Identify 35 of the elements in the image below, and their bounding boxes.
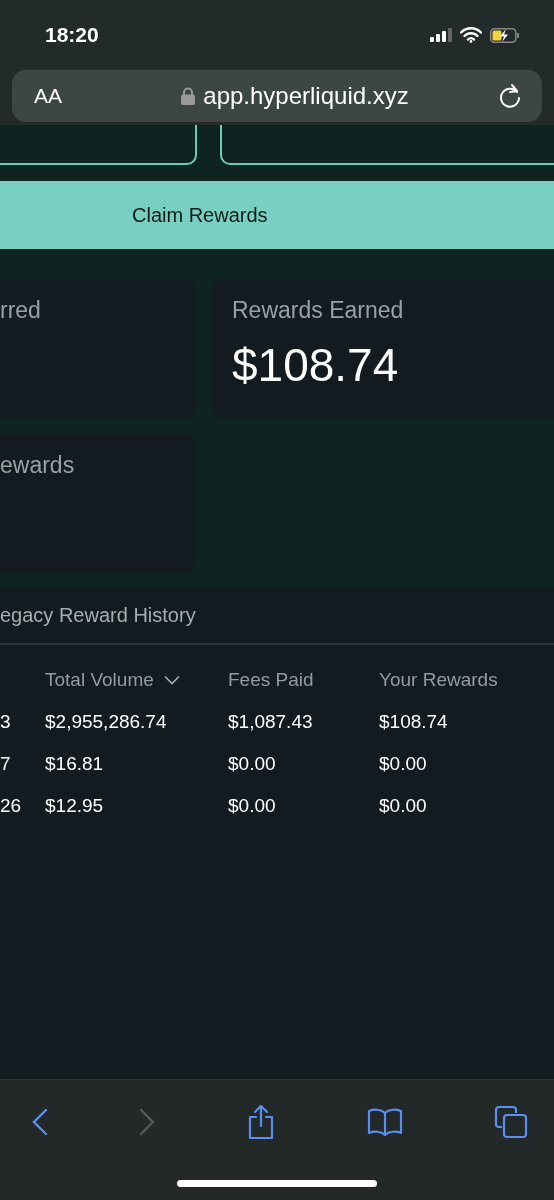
table-cell: $0.00 xyxy=(228,753,276,775)
url-text: app.hyperliquid.xyz xyxy=(203,82,409,110)
table-cell: $16.81 xyxy=(45,753,104,775)
table-cell: $0.00 xyxy=(379,753,427,775)
share-icon[interactable] xyxy=(246,1104,276,1140)
tabs-icon[interactable] xyxy=(494,1105,528,1139)
stat-label: rred xyxy=(0,297,42,324)
status-time: 18:20 xyxy=(45,23,99,47)
code-button[interactable] xyxy=(0,125,197,165)
reload-icon[interactable] xyxy=(498,83,522,109)
table-cell: $2,955,286.74 xyxy=(45,711,167,733)
table-cell: 7 xyxy=(0,753,11,775)
table-cell: $12.95 xyxy=(45,795,104,817)
stat-label: ewards xyxy=(0,452,76,479)
table-cell: 26 xyxy=(0,795,22,817)
column-header[interactable]: Fees Paid xyxy=(228,669,314,691)
column-header[interactable]: Total Volume xyxy=(45,669,180,691)
address-bar[interactable]: AA app.hyperliquid.xyz xyxy=(12,70,542,122)
back-icon[interactable] xyxy=(32,1108,48,1136)
sort-caret-icon[interactable] xyxy=(163,675,180,685)
wifi-icon xyxy=(460,27,482,43)
column-header[interactable]: Your Rewards xyxy=(379,669,498,691)
table-cell: $108.74 xyxy=(379,711,448,733)
table-cell: $1,087.43 xyxy=(228,711,313,733)
table-cell: $0.00 xyxy=(228,795,276,817)
signal-icon xyxy=(430,28,452,42)
share-code-button[interactable] xyxy=(220,125,554,165)
table-cell: 3 xyxy=(0,711,11,733)
section-title: egacy Reward History xyxy=(0,587,554,645)
stat-label: Rewards Earned xyxy=(232,297,405,324)
claim-rewards-button[interactable]: Claim Rewards xyxy=(0,181,554,249)
table-cell: $0.00 xyxy=(379,795,427,817)
bookmarks-icon[interactable] xyxy=(367,1107,403,1137)
text-size-button[interactable]: AA xyxy=(34,84,62,108)
stat-value: $108.74 xyxy=(232,338,400,392)
